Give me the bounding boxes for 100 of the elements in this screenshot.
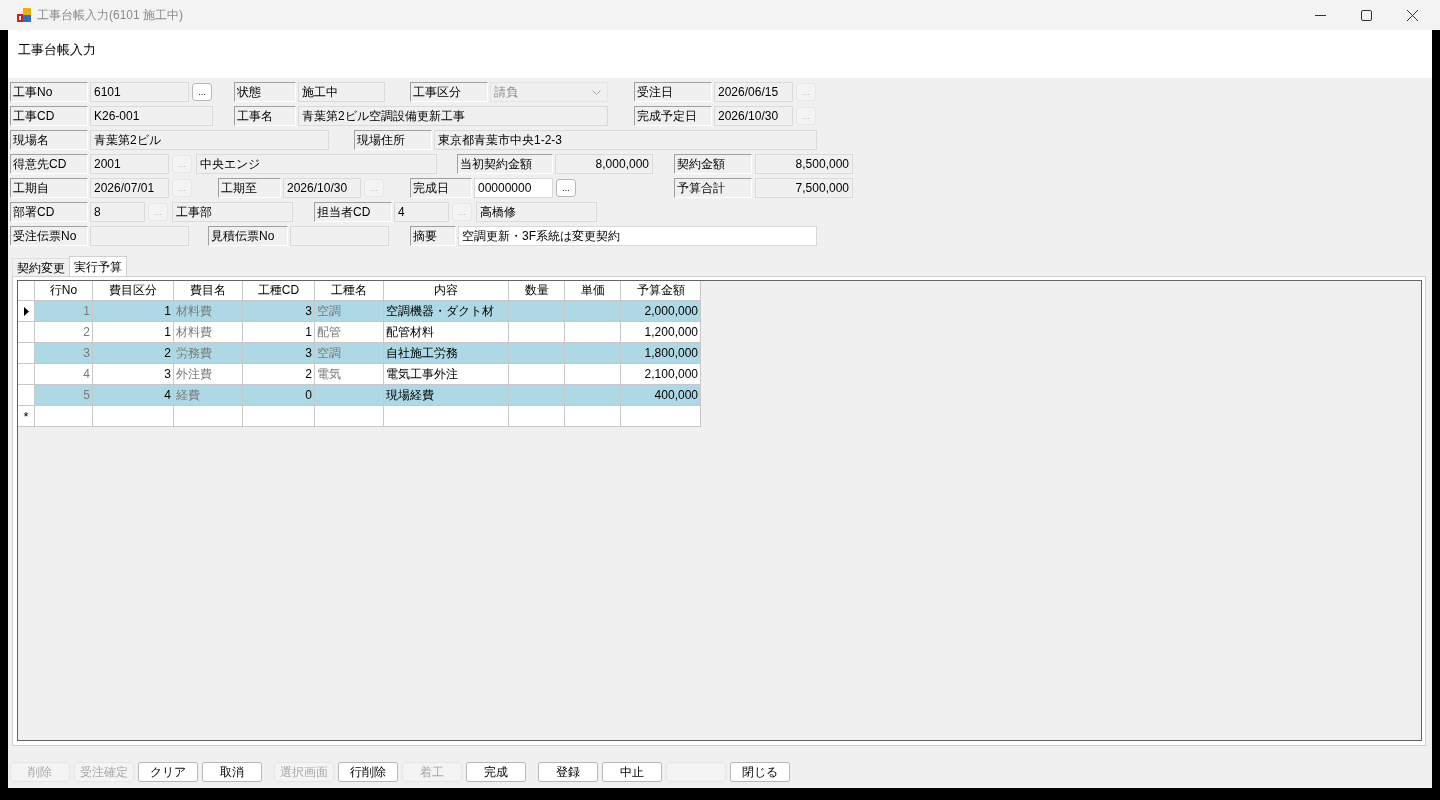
close-icon[interactable] xyxy=(1407,9,1418,21)
table-cell xyxy=(509,364,565,385)
table-cell: 0 xyxy=(243,385,315,406)
table-cell: 1,200,000 xyxy=(621,322,701,343)
field-label: 工期至 xyxy=(218,178,281,198)
table-cell xyxy=(565,364,621,385)
column-header[interactable]: 単価 xyxy=(565,281,621,301)
field-label: 工事CD xyxy=(10,106,88,126)
table-cell xyxy=(315,406,384,427)
table-cell: 配管 xyxy=(315,322,384,343)
field-label: 工期自 xyxy=(10,178,88,198)
column-header[interactable]: 工種名 xyxy=(315,281,384,301)
table-cell: 経費 xyxy=(174,385,243,406)
text-field[interactable]: 空調更新・3F系統は変更契約 xyxy=(458,226,817,246)
text-field[interactable]: 2001 xyxy=(90,154,169,174)
field-label: 部署CD xyxy=(10,202,88,222)
row-header[interactable] xyxy=(18,301,35,322)
column-header[interactable]: 費目名 xyxy=(174,281,243,301)
table-cell: 3 xyxy=(35,343,93,364)
table-cell xyxy=(174,406,243,427)
table-cell: 現場経費 xyxy=(384,385,509,406)
table-cell xyxy=(509,301,565,322)
tab[interactable]: 実行予算 xyxy=(69,256,127,276)
chevron-down-icon xyxy=(592,89,601,95)
action-button[interactable]: 行削除 xyxy=(338,762,398,782)
column-header[interactable]: 内容 xyxy=(384,281,509,301)
text-field[interactable]: 4 xyxy=(394,202,449,222)
column-header[interactable]: 数量 xyxy=(509,281,565,301)
field-label: 予算合計 xyxy=(674,178,752,198)
table-cell xyxy=(35,406,93,427)
table-cell: 電気 xyxy=(315,364,384,385)
text-field[interactable]: 2026/07/01 xyxy=(90,178,169,198)
field-label: 契約金額 xyxy=(674,154,752,174)
table-cell xyxy=(565,406,621,427)
text-field[interactable]: 施工中 xyxy=(298,82,385,102)
table-cell: 2 xyxy=(243,364,315,385)
column-header[interactable]: 工種CD xyxy=(243,281,315,301)
ellipsis-button[interactable]: ... xyxy=(192,83,212,101)
table-cell: 空調 xyxy=(315,301,384,322)
action-button[interactable]: 閉じる xyxy=(730,762,790,782)
field-label: 得意先CD xyxy=(10,154,88,174)
table-cell: 外注費 xyxy=(174,364,243,385)
table-cell xyxy=(565,322,621,343)
table-cell: 3 xyxy=(243,301,315,322)
text-field[interactable]: 東京都青葉市中央1-2-3 xyxy=(434,130,817,150)
table-cell xyxy=(565,385,621,406)
current-row-icon xyxy=(23,306,29,316)
table-cell: 1 xyxy=(243,322,315,343)
text-field[interactable]: 2026/10/30 xyxy=(714,106,793,126)
text-field[interactable]: 8,500,000 xyxy=(755,154,853,174)
table-cell: 1 xyxy=(93,301,174,322)
text-field[interactable]: 6101 xyxy=(90,82,189,102)
field-label: 完成日 xyxy=(410,178,472,198)
text-field[interactable]: 青葉第2ビル xyxy=(90,130,329,150)
field-label: 受注伝票No xyxy=(10,226,88,246)
tab[interactable]: 契約変更 xyxy=(12,258,70,276)
text-field[interactable]: 工事部 xyxy=(172,202,293,222)
ellipsis-button[interactable]: ... xyxy=(556,179,576,197)
column-header[interactable]: 予算金額 xyxy=(621,281,701,301)
table-cell: 2 xyxy=(93,343,174,364)
action-button[interactable]: 中止 xyxy=(602,762,662,782)
text-field[interactable]: 中央エンジ xyxy=(196,154,437,174)
text-field[interactable]: 2026/10/30 xyxy=(283,178,361,198)
text-field[interactable]: 7,500,000 xyxy=(755,178,853,198)
table-cell xyxy=(565,343,621,364)
action-button[interactable]: 取消 xyxy=(202,762,262,782)
text-field[interactable]: 00000000 xyxy=(474,178,553,198)
text-field[interactable]: K26-001 xyxy=(90,106,213,126)
table-cell: 4 xyxy=(35,364,93,385)
table-cell: 2,000,000 xyxy=(621,301,701,322)
column-header[interactable]: 行No xyxy=(35,281,93,301)
field-label: 工事No xyxy=(10,82,88,102)
table-cell xyxy=(509,322,565,343)
table-cell: 2,100,000 xyxy=(621,364,701,385)
table-cell: 1,800,000 xyxy=(621,343,701,364)
field-label: 現場住所 xyxy=(354,130,432,150)
action-button[interactable]: 完成 xyxy=(466,762,526,782)
action-button[interactable]: クリア xyxy=(138,762,198,782)
action-button[interactable]: 登録 xyxy=(538,762,598,782)
field-label: 担当者CD xyxy=(314,202,392,222)
column-header[interactable]: 費目区分 xyxy=(93,281,174,301)
maximize-icon[interactable] xyxy=(1361,9,1372,21)
field-label: 当初契約金額 xyxy=(457,154,553,174)
text-field[interactable]: 高橋修 xyxy=(476,202,597,222)
table-cell: 空調機器・ダクト材 xyxy=(384,301,509,322)
table-cell: 電気工事外注 xyxy=(384,364,509,385)
table-cell: 材料費 xyxy=(174,322,243,343)
corner-header xyxy=(18,281,35,301)
table-cell: 3 xyxy=(93,364,174,385)
text-field[interactable]: 8 xyxy=(90,202,145,222)
field-label: 状態 xyxy=(234,82,296,102)
table-cell: 空調 xyxy=(315,343,384,364)
new-row-marker: * xyxy=(18,406,35,427)
field-label: 現場名 xyxy=(10,130,88,150)
form-title: 工事台帳入力 xyxy=(18,42,96,57)
text-field[interactable]: 2026/06/15 xyxy=(714,82,793,102)
app-icon xyxy=(17,8,31,22)
table-cell: 自社施工労務 xyxy=(384,343,509,364)
text-field[interactable]: 青葉第2ビル空調設備更新工事 xyxy=(298,106,608,126)
text-field[interactable]: 8,000,000 xyxy=(555,154,653,174)
